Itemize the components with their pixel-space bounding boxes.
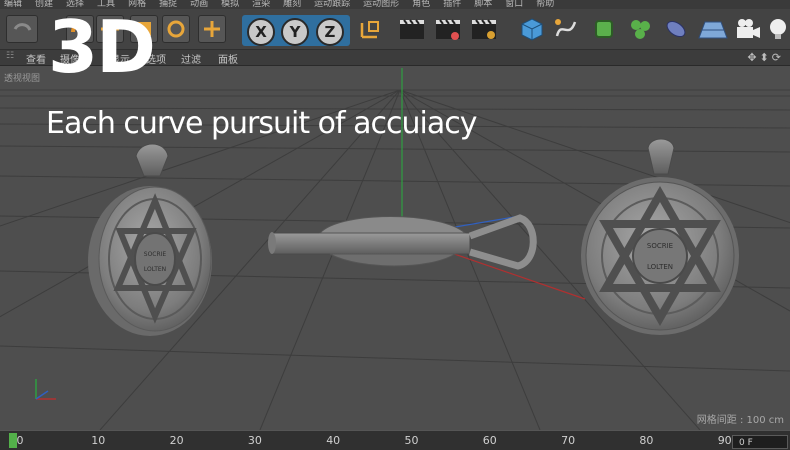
menu-item[interactable]: 雕刻 — [279, 0, 310, 9]
rotate-icon — [167, 20, 185, 38]
render-settings-button[interactable] — [468, 15, 500, 43]
render-picture-viewer-button[interactable] — [432, 15, 464, 43]
grid-spacing-readout: 网格间距 : 100 cm — [696, 415, 784, 426]
light-button[interactable] — [766, 15, 790, 43]
rotate-tool-button[interactable] — [162, 15, 190, 43]
timeline-tick-label: 30 — [247, 434, 262, 447]
subdivision-surface-button[interactable] — [590, 15, 618, 43]
floor-button[interactable] — [696, 15, 730, 43]
timeline-tick-label: 50 — [404, 434, 419, 447]
cube-icon — [521, 18, 543, 41]
pendant-left[interactable]: SOCRIE LOLTEN — [88, 143, 212, 336]
pendant-right-inner-text: SOCRIE — [647, 242, 673, 250]
cloner-icon — [631, 20, 650, 39]
pendant-side[interactable] — [268, 214, 537, 270]
spline-pen-icon — [555, 19, 577, 37]
floor-icon — [698, 21, 728, 39]
menu-item[interactable]: 捕捉 — [155, 0, 186, 9]
axis-x-button[interactable]: X — [247, 18, 275, 46]
menu-item[interactable]: 模拟 — [217, 0, 248, 9]
pendant-right-inner-text2: LOLTEN — [647, 263, 673, 271]
menu-item[interactable]: 帮助 — [532, 0, 563, 9]
render-view-button[interactable] — [396, 15, 428, 43]
viewport-nav-controls[interactable]: ✥⬍⟳ — [747, 51, 784, 64]
viewport-label: 透视视图 — [4, 74, 41, 84]
clapper-gear-icon — [472, 19, 496, 39]
viewport-menu-item[interactable]: 过滤 — [181, 51, 201, 66]
camera-icon — [737, 19, 760, 38]
axis-y-button[interactable]: Y — [281, 18, 309, 46]
timeline-tick-label: 0 — [16, 434, 24, 447]
timeline-tick-label: 80 — [639, 434, 654, 447]
menu-item[interactable]: 动画 — [186, 0, 217, 9]
deformer-button[interactable] — [662, 15, 690, 43]
light-bulb-icon — [770, 19, 786, 39]
current-frame-field[interactable]: 0 F — [732, 435, 788, 449]
coordinate-system-button[interactable] — [356, 15, 384, 43]
timeline[interactable]: 0 F 0 10 20 30 40 50 60 70 80 90 — [0, 430, 790, 450]
menu-item[interactable]: 角色 — [408, 0, 439, 9]
clapper-icon — [400, 19, 424, 39]
menu-item[interactable]: 插件 — [439, 0, 470, 9]
timeline-tick-label: 70 — [561, 434, 576, 447]
timeline-tick-label: 10 — [91, 434, 106, 447]
hero-subtitle: Each curve pursuit of accuiacy — [46, 106, 477, 141]
cloner-button[interactable] — [626, 15, 654, 43]
pendant-left-inner-text2: LOLTEN — [144, 266, 166, 273]
menu-item[interactable]: 窗口 — [501, 0, 532, 9]
camera-button[interactable] — [733, 15, 763, 43]
axis-gizmo — [35, 379, 56, 400]
subdivision-icon — [595, 20, 613, 38]
undo-icon — [13, 23, 32, 31]
menu-item[interactable]: 脚本 — [470, 0, 501, 9]
pendant-left-inner-text: SOCRIE — [144, 251, 167, 258]
transform-tool-button[interactable] — [198, 15, 226, 43]
menu-item[interactable]: 运动图形 — [359, 0, 408, 9]
clapper-icon — [436, 19, 460, 40]
deformer-icon — [666, 20, 686, 38]
transform-icon — [204, 21, 220, 37]
viewport-menu-item[interactable]: 面板 — [218, 51, 238, 66]
pendant-right[interactable]: SOCRIE LOLTEN — [581, 138, 739, 335]
undo-button[interactable] — [6, 15, 38, 43]
timeline-tick-label: 40 — [326, 434, 341, 447]
timeline-tick-label: 90 — [717, 434, 732, 447]
axis-z-button[interactable]: Z — [316, 18, 344, 46]
viewport-grip-icon: ☷ — [6, 51, 15, 61]
hero-title: 3D — [48, 5, 156, 89]
timeline-tick-label: 60 — [482, 434, 497, 447]
cube-button[interactable] — [518, 15, 546, 43]
viewport-menu-item[interactable]: 查看 — [26, 51, 46, 66]
menu-item[interactable]: 编辑 — [0, 0, 31, 9]
spline-pen-button[interactable] — [552, 15, 580, 43]
timeline-tick-label: 20 — [169, 434, 184, 447]
menu-item[interactable]: 渲染 — [248, 0, 279, 9]
coordinate-system-icon — [360, 21, 379, 39]
menu-item[interactable]: 运动跟踪 — [310, 0, 359, 9]
